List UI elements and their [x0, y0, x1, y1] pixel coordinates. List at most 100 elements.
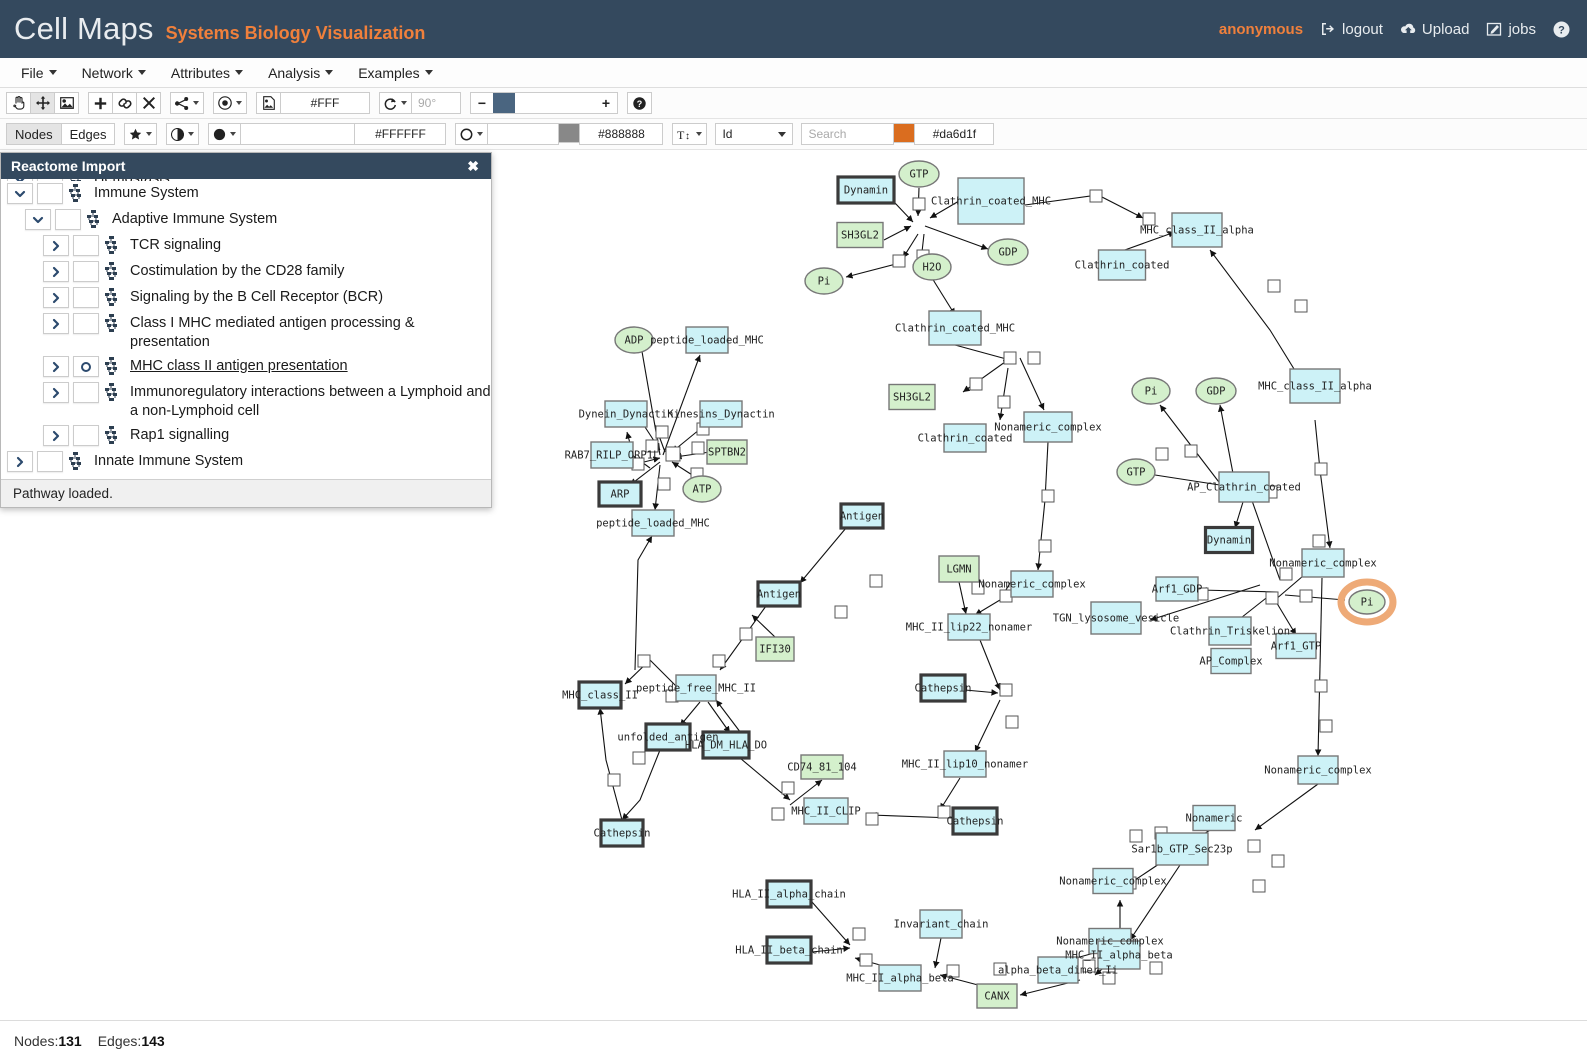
- tab-nodes[interactable]: Nodes: [6, 123, 62, 145]
- node-fill-value-field[interactable]: [240, 123, 356, 145]
- zoom-track[interactable]: [493, 93, 595, 113]
- chevron-down-icon[interactable]: [7, 183, 33, 204]
- zoom-slider[interactable]: − +: [470, 92, 618, 114]
- label-color-field[interactable]: #da6d1f: [914, 123, 995, 145]
- reactome-import-panel[interactable]: Reactome Import ✖ Hemostasis Immune Syste…: [0, 152, 492, 508]
- zoom-thumb[interactable]: [493, 93, 515, 113]
- toolbar-help-button[interactable]: ?: [627, 92, 652, 114]
- app-subtitle: Systems Biology Visualization: [165, 23, 426, 43]
- chevron-down-icon: [477, 132, 484, 136]
- pathway-select-checkbox[interactable]: [73, 313, 99, 334]
- layout-button[interactable]: [213, 92, 247, 114]
- chevron-right-icon[interactable]: [43, 261, 69, 282]
- pathway-tree-row[interactable]: Innate Immune System: [1, 449, 491, 475]
- menu-file[interactable]: File: [10, 61, 68, 85]
- pathway-tree[interactable]: Hemostasis Immune System Adaptive Immune S…: [1, 179, 491, 479]
- close-icon[interactable]: ✖: [467, 159, 479, 173]
- pathway-tree-row[interactable]: Immune System: [1, 181, 491, 207]
- pathway-tree-row[interactable]: Adaptive Immune System: [1, 207, 491, 233]
- pathway-select-checkbox[interactable]: [55, 209, 81, 230]
- node-stroke-button[interactable]: [455, 123, 489, 145]
- graph-node-label: Antigen: [757, 589, 801, 601]
- pathway-label[interactable]: Hemostasis: [94, 179, 170, 181]
- export-image-button[interactable]: [256, 92, 281, 114]
- chevron-right-icon[interactable]: [43, 287, 69, 308]
- chevron-right-icon[interactable]: [43, 425, 69, 446]
- pathway-tree-row[interactable]: Rap1 signalling: [1, 423, 491, 449]
- move-tool-button[interactable]: [30, 92, 55, 114]
- chevron-down-icon[interactable]: [25, 209, 51, 230]
- node-shape-button[interactable]: [124, 123, 158, 145]
- pathway-label[interactable]: Adaptive Immune System: [112, 209, 277, 229]
- graph-node-label: Clathrin_coated: [918, 433, 1013, 445]
- help-button[interactable]: ?: [1553, 21, 1570, 38]
- label-size-button[interactable]: T ↕: [672, 123, 708, 145]
- node-stroke-color-field[interactable]: #888888: [579, 123, 664, 145]
- pathway-select-checkbox[interactable]: [73, 235, 99, 256]
- tab-edges[interactable]: Edges: [60, 123, 116, 145]
- pathway-label[interactable]: Immune System: [94, 183, 199, 203]
- rotate-button[interactable]: [379, 92, 412, 114]
- share-nodes-button[interactable]: [170, 92, 204, 114]
- pathway-label[interactable]: TCR signaling: [130, 235, 221, 255]
- pathway-label[interactable]: Costimulation by the CD28 family: [130, 261, 344, 281]
- pathway-select-checkbox[interactable]: [73, 356, 99, 377]
- rotate-angle-field[interactable]: 90°: [411, 92, 461, 114]
- logout-button[interactable]: logout: [1320, 21, 1383, 38]
- pathway-tree-row[interactable]: TCR signaling: [1, 233, 491, 259]
- menu-examples[interactable]: Examples: [347, 61, 443, 85]
- chevron-right-icon[interactable]: [43, 313, 69, 334]
- pathway-label[interactable]: Rap1 signalling: [130, 425, 229, 445]
- sign-out-icon: [1320, 21, 1336, 37]
- pathway-select-checkbox[interactable]: [73, 425, 99, 446]
- pathway-select-checkbox[interactable]: [37, 179, 63, 181]
- chevron-down-icon[interactable]: [7, 179, 33, 181]
- panel-status-bar: Pathway loaded.: [1, 479, 491, 507]
- pathway-label[interactable]: MHC class II antigen presentation: [130, 356, 348, 376]
- pathway-label[interactable]: Class I MHC mediated antigen processing …: [130, 313, 491, 352]
- pathway-tree-row[interactable]: Class I MHC mediated antigen processing …: [1, 311, 491, 354]
- pathway-label[interactable]: Innate Immune System: [94, 451, 243, 471]
- menu-network[interactable]: Network: [71, 61, 157, 85]
- search-input[interactable]: Search: [801, 123, 895, 145]
- graph-node-label: peptide_free_MHC_II: [636, 683, 756, 695]
- pathway-label[interactable]: Immunoregulatory interactions between a …: [130, 382, 491, 421]
- zoom-out-button[interactable]: −: [471, 93, 493, 113]
- node-fill-button[interactable]: [208, 123, 242, 145]
- node-stroke-value-field[interactable]: [487, 123, 560, 145]
- pathway-tree-row[interactable]: Costimulation by the CD28 family: [1, 259, 491, 285]
- pathway-select-checkbox[interactable]: [73, 261, 99, 282]
- image-tool-button[interactable]: [54, 92, 79, 114]
- add-node-button[interactable]: [88, 92, 113, 114]
- attribute-select[interactable]: Id: [715, 123, 794, 145]
- jobs-button[interactable]: jobs: [1486, 21, 1536, 38]
- select-tool-button[interactable]: [6, 92, 31, 114]
- delete-button[interactable]: [136, 92, 161, 114]
- pathway-tree-row[interactable]: Signaling by the B Cell Receptor (BCR): [1, 285, 491, 311]
- opacity-group: [166, 123, 200, 145]
- chevron-right-icon[interactable]: [43, 235, 69, 256]
- pathway-tree-row[interactable]: Immunoregulatory interactions between a …: [1, 380, 491, 423]
- label-color-swatch[interactable]: [893, 123, 916, 143]
- menu-attributes[interactable]: Attributes: [160, 61, 254, 85]
- chevron-right-icon[interactable]: [43, 356, 69, 377]
- upload-button[interactable]: Upload: [1400, 21, 1469, 38]
- chevron-right-icon[interactable]: [43, 382, 69, 403]
- menu-analysis[interactable]: Analysis: [257, 61, 344, 85]
- add-edge-button[interactable]: [112, 92, 137, 114]
- zoom-in-button[interactable]: +: [595, 93, 617, 113]
- chevron-right-icon[interactable]: [7, 451, 33, 472]
- node-opacity-button[interactable]: [166, 123, 200, 145]
- pathway-label[interactable]: Signaling by the B Cell Receptor (BCR): [130, 287, 383, 307]
- chevron-down-icon: [193, 101, 199, 105]
- node-fill-color-field[interactable]: #FFFFFF: [354, 123, 447, 145]
- background-color-field[interactable]: #FFF: [280, 92, 370, 114]
- svg-text:↕: ↕: [685, 131, 690, 141]
- pathway-select-checkbox[interactable]: [37, 183, 63, 204]
- pathway-tree-row[interactable]: MHC class II antigen presentation: [1, 354, 491, 380]
- pathway-select-checkbox[interactable]: [73, 382, 99, 403]
- pathway-select-checkbox[interactable]: [73, 287, 99, 308]
- node-stroke-swatch[interactable]: [558, 123, 581, 143]
- graph-node-label: SH3GL2: [841, 230, 879, 242]
- pathway-select-checkbox[interactable]: [37, 451, 63, 472]
